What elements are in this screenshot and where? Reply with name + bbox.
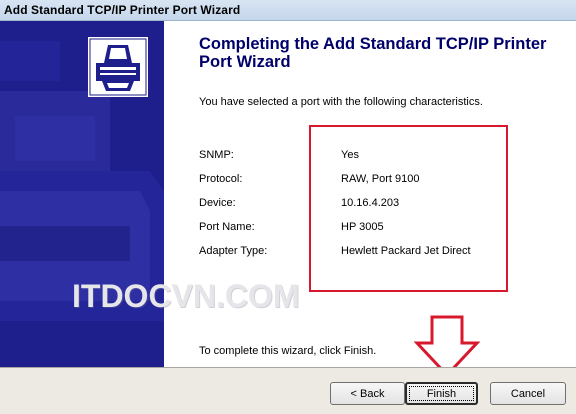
annotation-highlight-box — [309, 125, 508, 292]
wizard-side-panel — [0, 21, 164, 367]
property-label: Adapter Type: — [199, 245, 268, 257]
wizard-content: Completing the Add Standard TCP/IP Print… — [72, 21, 576, 377]
focus-ring — [409, 386, 474, 401]
intro-text: You have selected a port with the follow… — [199, 96, 483, 108]
window-title: Add Standard TCP/IP Printer Port Wizard — [4, 3, 241, 17]
button-bar: < Back Finish Cancel — [0, 367, 576, 414]
finish-instruction: To complete this wizard, click Finish. — [199, 345, 377, 357]
page-title: Completing the Add Standard TCP/IP Print… — [199, 35, 547, 71]
cancel-button-label: Cancel — [510, 387, 546, 400]
property-label: SNMP: — [199, 149, 234, 161]
watermark-text: ITDOCVN.COM — [72, 278, 300, 314]
property-label: Port Name: — [199, 221, 255, 233]
back-button[interactable]: < Back — [330, 382, 405, 405]
property-label: Protocol: — [199, 173, 243, 185]
title-bar: Add Standard TCP/IP Printer Port Wizard — [0, 0, 576, 21]
finish-button[interactable]: Finish — [405, 382, 478, 405]
property-label: Device: — [199, 197, 236, 209]
printer-icon — [88, 37, 148, 97]
cancel-button[interactable]: Cancel — [490, 382, 566, 405]
back-button-label: < Back — [350, 387, 385, 400]
